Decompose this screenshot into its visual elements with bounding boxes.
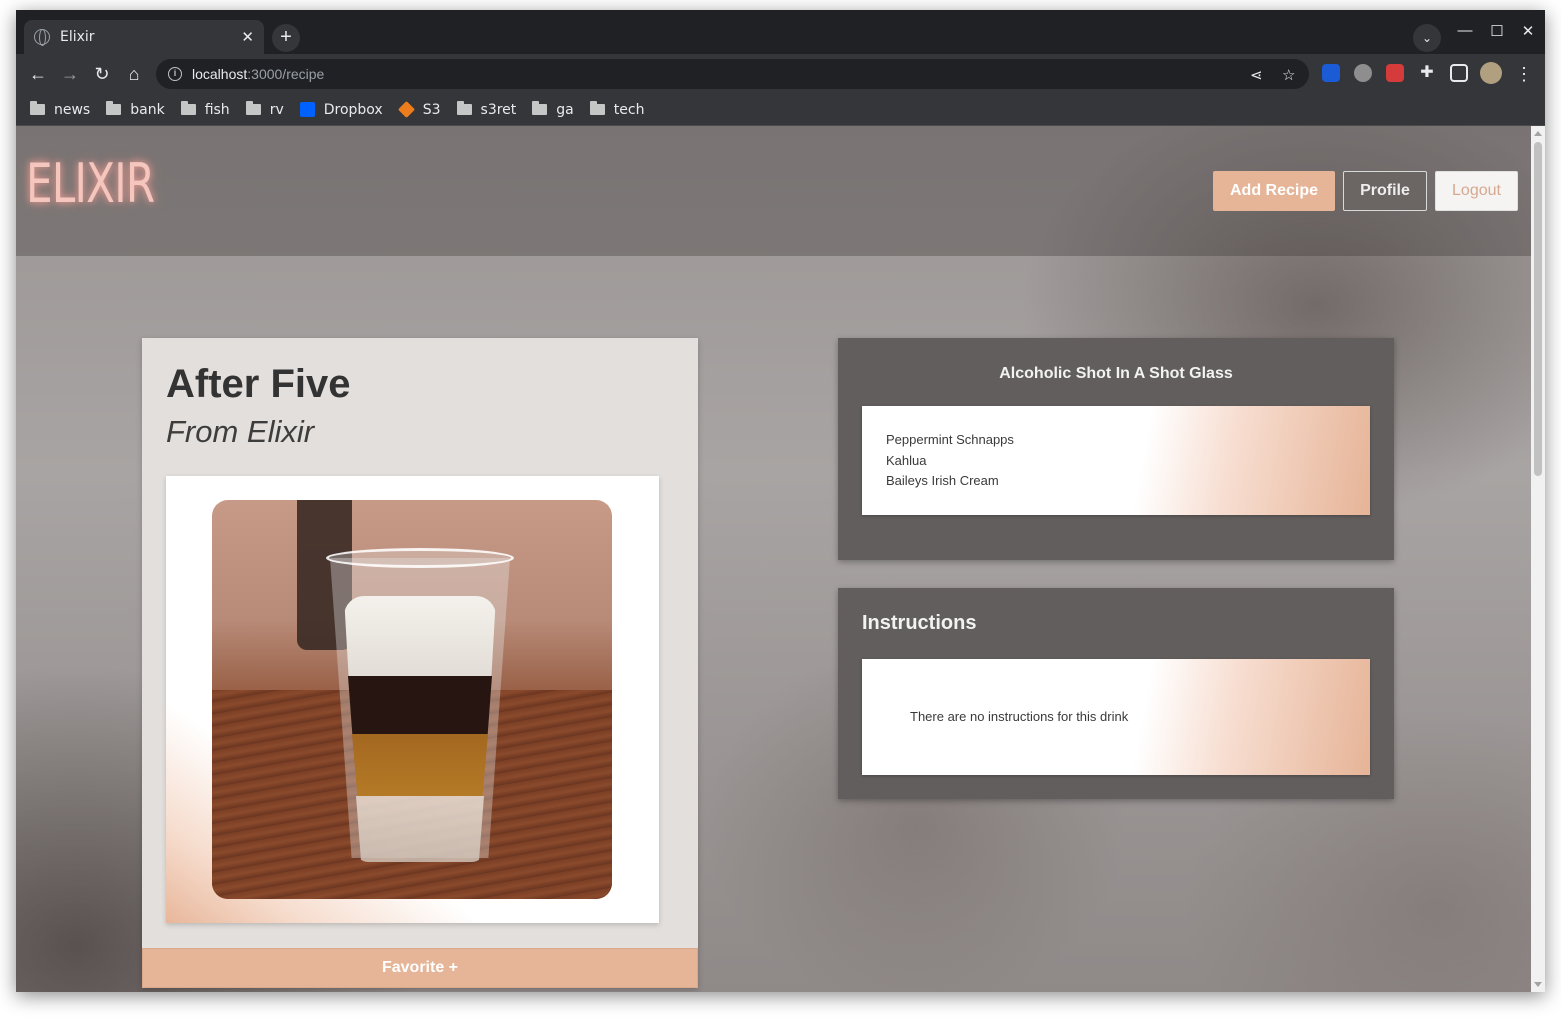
folder-icon xyxy=(30,101,45,115)
bookmark-s3[interactable]: S3 xyxy=(397,101,441,118)
bookmark-s3ret[interactable]: s3ret xyxy=(456,101,516,118)
scrollbar-thumb[interactable] xyxy=(1534,142,1542,476)
aws-s3-icon xyxy=(397,101,415,118)
page-scrollbar[interactable] xyxy=(1531,126,1545,992)
scroll-up-arrow-icon[interactable] xyxy=(1534,131,1542,136)
reload-icon[interactable]: ↻ xyxy=(90,62,114,86)
bookmark-fish[interactable]: fish xyxy=(180,101,230,118)
ingredient-item: Kahlua xyxy=(886,452,927,468)
tab-search-chevron-icon[interactable]: ⌄ xyxy=(1413,24,1441,52)
bookmark-tech[interactable]: tech xyxy=(589,101,644,118)
tab-title: Elixir xyxy=(60,29,95,45)
window-close-icon[interactable]: ✕ xyxy=(1516,22,1540,40)
instructions-heading: Instructions xyxy=(862,612,977,634)
site-info-icon[interactable]: i xyxy=(168,67,182,81)
ingredient-item: Baileys Irish Cream xyxy=(886,473,999,488)
add-recipe-button[interactable]: Add Recipe xyxy=(1213,171,1335,211)
recipe-source: From Elixir xyxy=(166,414,315,449)
minimize-icon[interactable]: — xyxy=(1453,22,1477,39)
instructions-box: There are no instructions for this drink xyxy=(862,659,1370,775)
folder-icon xyxy=(456,101,472,115)
url-host: localhost xyxy=(192,66,248,82)
ingredients-list: Peppermint Schnapps Kahlua Baileys Irish… xyxy=(862,406,1370,515)
home-icon[interactable]: ⌂ xyxy=(122,62,146,86)
browser-window: Elixir ✕ + ⌄ — ☐ ✕ ← → ↻ ⌂ i localhost :… xyxy=(16,10,1545,992)
folder-icon xyxy=(245,101,261,115)
new-tab-button[interactable]: + xyxy=(272,24,300,52)
site-logo[interactable]: ELIXIR xyxy=(26,152,155,215)
photo-frame xyxy=(166,476,659,923)
tab-strip: Elixir ✕ + ⌄ — ☐ ✕ xyxy=(16,10,1545,54)
profile-avatar[interactable] xyxy=(1480,62,1502,84)
maximize-icon[interactable]: ☐ xyxy=(1485,22,1509,40)
instructions-panel: Instructions There are no instructions f… xyxy=(838,588,1394,799)
privacy-extension-icon[interactable] xyxy=(1354,64,1372,82)
folder-icon xyxy=(180,101,196,115)
drink-photo xyxy=(212,500,612,899)
scroll-down-arrow-icon[interactable] xyxy=(1534,982,1542,987)
folder-icon xyxy=(106,101,122,115)
recipe-card: After Five From Elixir Favorite + xyxy=(142,338,698,988)
forward-arrow-icon[interactable]: → xyxy=(58,62,82,86)
bitwarden-extension-icon[interactable] xyxy=(1322,64,1340,82)
url-path: :3000/recipe xyxy=(247,66,325,82)
bookmark-news[interactable]: news xyxy=(30,101,90,118)
globe-icon xyxy=(34,29,50,46)
bookmark-dropbox[interactable]: Dropbox xyxy=(299,102,383,118)
tab-close-icon[interactable]: ✕ xyxy=(241,28,254,46)
profile-button[interactable]: Profile xyxy=(1343,171,1427,211)
browser-menu-icon[interactable]: ⋮ xyxy=(1512,62,1536,86)
bookmark-star-icon[interactable]: ☆ xyxy=(1282,66,1295,84)
folder-icon xyxy=(532,101,548,115)
bookmark-bank[interactable]: bank xyxy=(106,101,165,118)
share-icon[interactable]: ⋖ xyxy=(1250,66,1263,84)
logout-button[interactable]: Logout xyxy=(1435,171,1518,211)
favorite-button[interactable]: Favorite + xyxy=(142,948,698,988)
ingredients-panel: Alcoholic Shot In A Shot Glass Peppermin… xyxy=(838,338,1394,560)
glass-type-heading: Alcoholic Shot In A Shot Glass xyxy=(999,365,1233,382)
bookmark-ga[interactable]: ga xyxy=(532,101,574,118)
tab-elixir[interactable]: Elixir ✕ xyxy=(24,20,264,54)
bookmarks-bar: news bank fish rv Dropbox S3 s3ret ga te… xyxy=(16,94,1545,126)
folder-icon xyxy=(589,101,605,115)
back-arrow-icon[interactable]: ← xyxy=(26,62,50,86)
red-extension-icon[interactable] xyxy=(1386,64,1404,82)
extensions-puzzle-icon[interactable]: ✚ xyxy=(1418,64,1436,82)
bookmark-rv[interactable]: rv xyxy=(245,101,284,118)
page-viewport: ELIXIR Add Recipe Profile Logout After F… xyxy=(16,126,1531,992)
instructions-text: There are no instructions for this drink xyxy=(910,709,1129,724)
address-bar[interactable]: i localhost :3000/recipe ⋖ ☆ xyxy=(156,59,1309,89)
site-header: ELIXIR Add Recipe Profile Logout xyxy=(16,126,1531,256)
side-panel-icon[interactable] xyxy=(1450,64,1468,82)
recipe-title: After Five xyxy=(166,362,351,406)
dropbox-icon xyxy=(299,102,315,117)
shot-glass-image xyxy=(326,548,514,870)
browser-toolbar: ← → ↻ ⌂ i localhost :3000/recipe ⋖ ☆ ✚ ⋮ xyxy=(16,54,1545,94)
ingredient-item: Peppermint Schnapps xyxy=(886,432,1014,447)
